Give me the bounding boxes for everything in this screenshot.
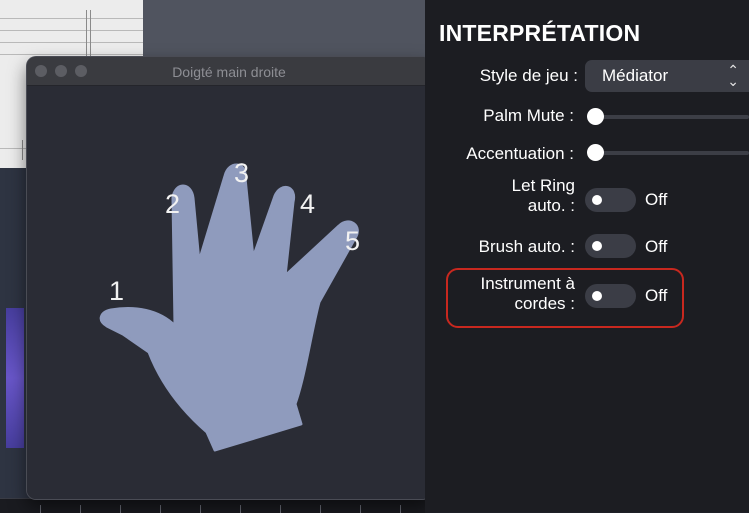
style-select-value: Médiator (602, 66, 669, 85)
brush-toggle[interactable] (585, 234, 636, 258)
accentuation-slider[interactable] (589, 151, 749, 155)
palm-mute-slider-knob[interactable] (587, 108, 604, 125)
finger-number-4: 4 (300, 189, 316, 219)
window-titlebar[interactable]: Doigté main droite (27, 57, 431, 86)
staff-line (0, 54, 143, 55)
finger-number-1: 1 (109, 276, 125, 306)
let-ring-state: Off (645, 190, 668, 209)
let-ring-toggle[interactable] (585, 188, 636, 212)
palm-mute-label: Palm Mute : (483, 106, 574, 125)
bar-line (22, 140, 23, 160)
style-select[interactable]: Médiator ⌃ ⌄ (585, 60, 749, 92)
accentuation-slider-knob[interactable] (587, 144, 604, 161)
staff-line (0, 30, 143, 31)
staff-line (0, 18, 143, 19)
brush-state: Off (645, 237, 668, 256)
finger-number-2: 2 (165, 189, 181, 219)
hand-diagram: 1 2 3 4 5 (27, 86, 431, 499)
timeline-ruler[interactable] (0, 498, 425, 513)
staff-line (0, 42, 143, 43)
brush-label: Brush auto. : (478, 237, 575, 256)
toggle-knob (592, 241, 602, 251)
finger-number-3: 3 (234, 158, 250, 188)
let-ring-label-line2: auto. : (527, 196, 575, 215)
right-hand-fingering-window[interactable]: Doigté main droite 1 2 3 4 5 (27, 57, 431, 499)
panel-title: INTERPRÉTATION (439, 20, 641, 46)
interpretation-panel: INTERPRÉTATION Style de jeu : Médiator ⌃… (425, 0, 749, 512)
style-label: Style de jeu : (479, 66, 578, 85)
palm-mute-slider[interactable] (589, 115, 749, 119)
finger-number-5: 5 (345, 226, 361, 256)
score-toolbar-strip (143, 0, 425, 60)
let-ring-label: Let Ring auto. : (512, 176, 575, 216)
accentuation-label: Accentuation : (466, 144, 574, 163)
toggle-knob (592, 195, 602, 205)
waveform (6, 308, 24, 448)
chevron-up-down-icon: ⌃ ⌄ (727, 62, 739, 89)
let-ring-label-line1: Let Ring (511, 176, 575, 195)
window-title: Doigté main droite (172, 64, 286, 80)
highlight-annotation (446, 268, 684, 328)
hand-icon (99, 163, 359, 452)
audio-track[interactable] (0, 168, 30, 512)
